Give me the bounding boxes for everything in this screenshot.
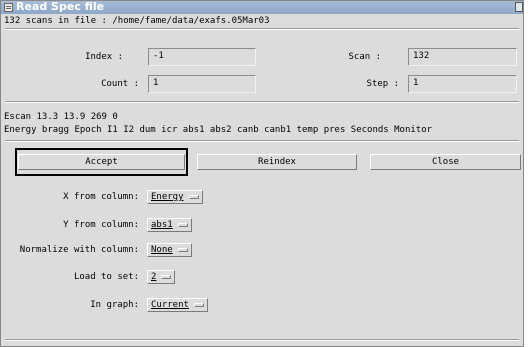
title-bar[interactable]: Read Spec file: [1, 0, 523, 14]
option-menu-indicator-icon: [188, 194, 199, 199]
count-label: Count :: [101, 79, 139, 89]
graph-value: Current: [151, 300, 189, 310]
option-menu-indicator-icon: [193, 302, 204, 307]
load-set-label: Load to set:: [73, 272, 139, 282]
normalize-column-label: Normalize with column:: [19, 245, 139, 255]
columns-text: Energy bragg Epoch I1 I2 dum icr abs1 ab…: [4, 125, 433, 135]
divider: [5, 339, 519, 341]
scan-field[interactable]: 132: [408, 48, 517, 66]
load-set-menu[interactable]: 2: [147, 270, 176, 284]
y-column-value: abs1: [151, 220, 173, 230]
window-menu-icon[interactable]: [4, 3, 13, 12]
y-column-menu[interactable]: abs1: [147, 218, 192, 232]
x-column-value: Energy: [151, 192, 184, 202]
file-info-text: 132 scans in file : /home/fame/data/exaf…: [4, 16, 270, 26]
option-menu-indicator-icon: [177, 222, 188, 227]
count-field[interactable]: 1: [148, 75, 256, 93]
divider: [5, 101, 519, 103]
graph-label: In graph:: [90, 300, 139, 310]
step-field[interactable]: 1: [408, 75, 517, 93]
step-label: Step :: [366, 79, 399, 89]
index-field[interactable]: -1: [148, 48, 256, 66]
index-label: Index :: [85, 52, 123, 62]
normalize-column-menu[interactable]: None: [147, 243, 192, 257]
scan-header-text: Escan 13.3 13.9 269 0: [4, 112, 118, 122]
window-title: Read Spec file: [16, 0, 105, 13]
x-column-label: X from column:: [63, 192, 139, 202]
read-spec-window: Read Spec file 132 scans in file : /home…: [0, 0, 524, 347]
graph-menu[interactable]: Current: [147, 298, 208, 312]
close-button[interactable]: Close: [370, 154, 521, 170]
scan-label: Scan :: [348, 52, 381, 62]
load-set-value: 2: [151, 272, 157, 282]
accept-button[interactable]: Accept: [18, 154, 185, 170]
y-column-label: Y from column:: [63, 220, 139, 230]
divider: [5, 140, 519, 142]
option-menu-indicator-icon: [161, 274, 172, 279]
x-column-menu[interactable]: Energy: [147, 190, 203, 204]
reindex-button[interactable]: Reindex: [197, 154, 357, 170]
divider: [5, 28, 519, 30]
normalize-column-value: None: [151, 245, 173, 255]
option-menu-indicator-icon: [177, 247, 188, 252]
window-control-button[interactable]: [515, 2, 523, 12]
